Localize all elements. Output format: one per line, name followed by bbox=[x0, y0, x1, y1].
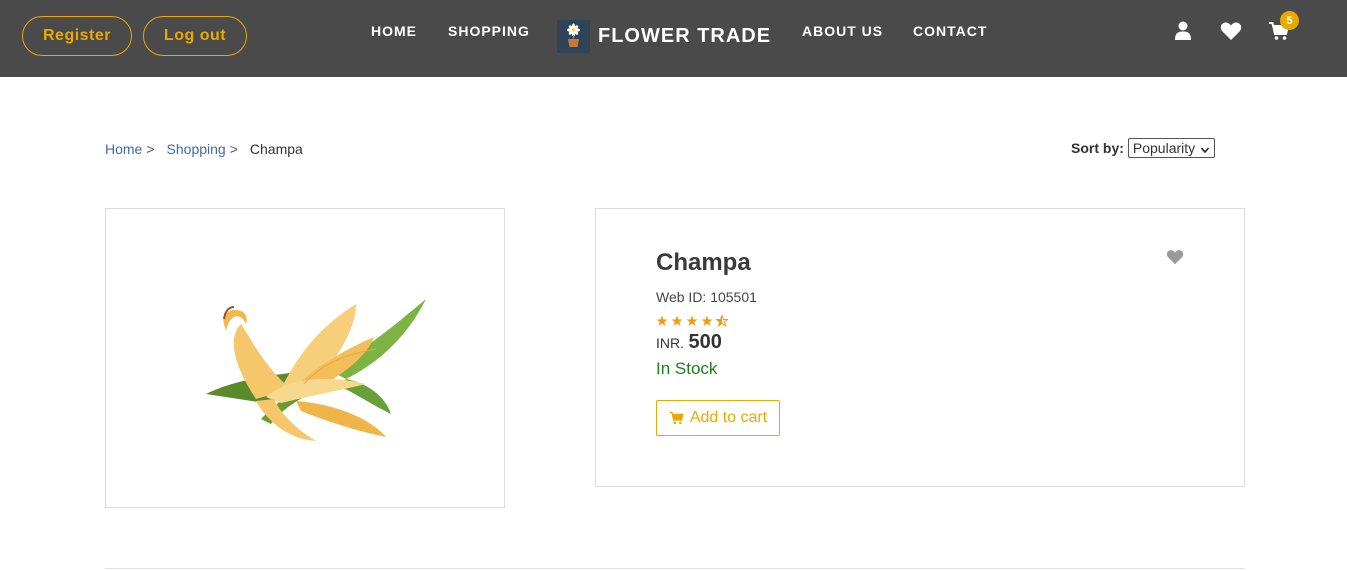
nav-contact[interactable]: CONTACT bbox=[913, 23, 987, 39]
sort-label: Sort by: bbox=[1071, 140, 1124, 156]
nav-about-us[interactable]: ABOUT US bbox=[802, 23, 883, 39]
star-full-icon bbox=[656, 315, 668, 326]
product-rating bbox=[656, 315, 728, 327]
product-title: Champa bbox=[656, 249, 751, 276]
flower-pot-logo-icon bbox=[557, 20, 590, 53]
chevron-down-icon bbox=[1200, 142, 1210, 158]
nav-shopping[interactable]: SHOPPING bbox=[448, 23, 530, 39]
champa-flower-image[interactable] bbox=[196, 279, 436, 444]
sort-select[interactable]: Popularity bbox=[1127, 138, 1215, 158]
price-currency: INR. bbox=[656, 335, 684, 351]
breadcrumb-shopping[interactable]: Shopping bbox=[167, 141, 226, 157]
brand-name: FLOWER TRADE bbox=[598, 25, 772, 47]
product-price: INR. 500 bbox=[656, 331, 722, 354]
sort-selected-value: Popularity bbox=[1132, 140, 1196, 156]
breadcrumb: Home > Shopping > Champa bbox=[105, 141, 303, 157]
logout-button[interactable]: Log out bbox=[143, 16, 247, 56]
star-full-icon bbox=[671, 315, 683, 326]
top-header: Register Log out HOME SHOPPING FLOWER TR… bbox=[0, 0, 1347, 77]
price-amount: 500 bbox=[688, 331, 722, 353]
nav-home[interactable]: HOME bbox=[371, 23, 417, 39]
cart-count-badge: 5 bbox=[1280, 11, 1299, 30]
product-image-frame bbox=[105, 208, 505, 508]
breadcrumb-home[interactable]: Home bbox=[105, 141, 142, 157]
star-full-icon bbox=[686, 315, 698, 326]
product-web-id: Web ID: 105501 bbox=[656, 289, 757, 305]
star-full-icon bbox=[701, 315, 713, 326]
product-detail-card: Champa Web ID: 105501 INR. 500 In Stock … bbox=[595, 208, 1245, 487]
breadcrumb-separator: > bbox=[229, 141, 238, 157]
section-divider bbox=[105, 568, 1245, 569]
add-to-cart-button[interactable]: Add to cart bbox=[656, 400, 780, 436]
wishlist-heart-icon[interactable] bbox=[1220, 21, 1242, 41]
breadcrumb-separator: > bbox=[146, 141, 155, 157]
register-button[interactable]: Register bbox=[22, 16, 132, 56]
brand[interactable]: FLOWER TRADE bbox=[557, 20, 771, 53]
star-half-icon bbox=[716, 315, 728, 327]
add-to-cart-label: Add to cart bbox=[689, 409, 768, 426]
breadcrumb-current: Champa bbox=[249, 141, 303, 157]
stock-status: In Stock bbox=[656, 359, 718, 378]
sort-control: Sort by: Popularity bbox=[1071, 138, 1215, 158]
user-icon[interactable] bbox=[1174, 21, 1194, 41]
cart-icon bbox=[669, 411, 684, 425]
add-to-wishlist-heart-icon[interactable] bbox=[1166, 249, 1184, 267]
